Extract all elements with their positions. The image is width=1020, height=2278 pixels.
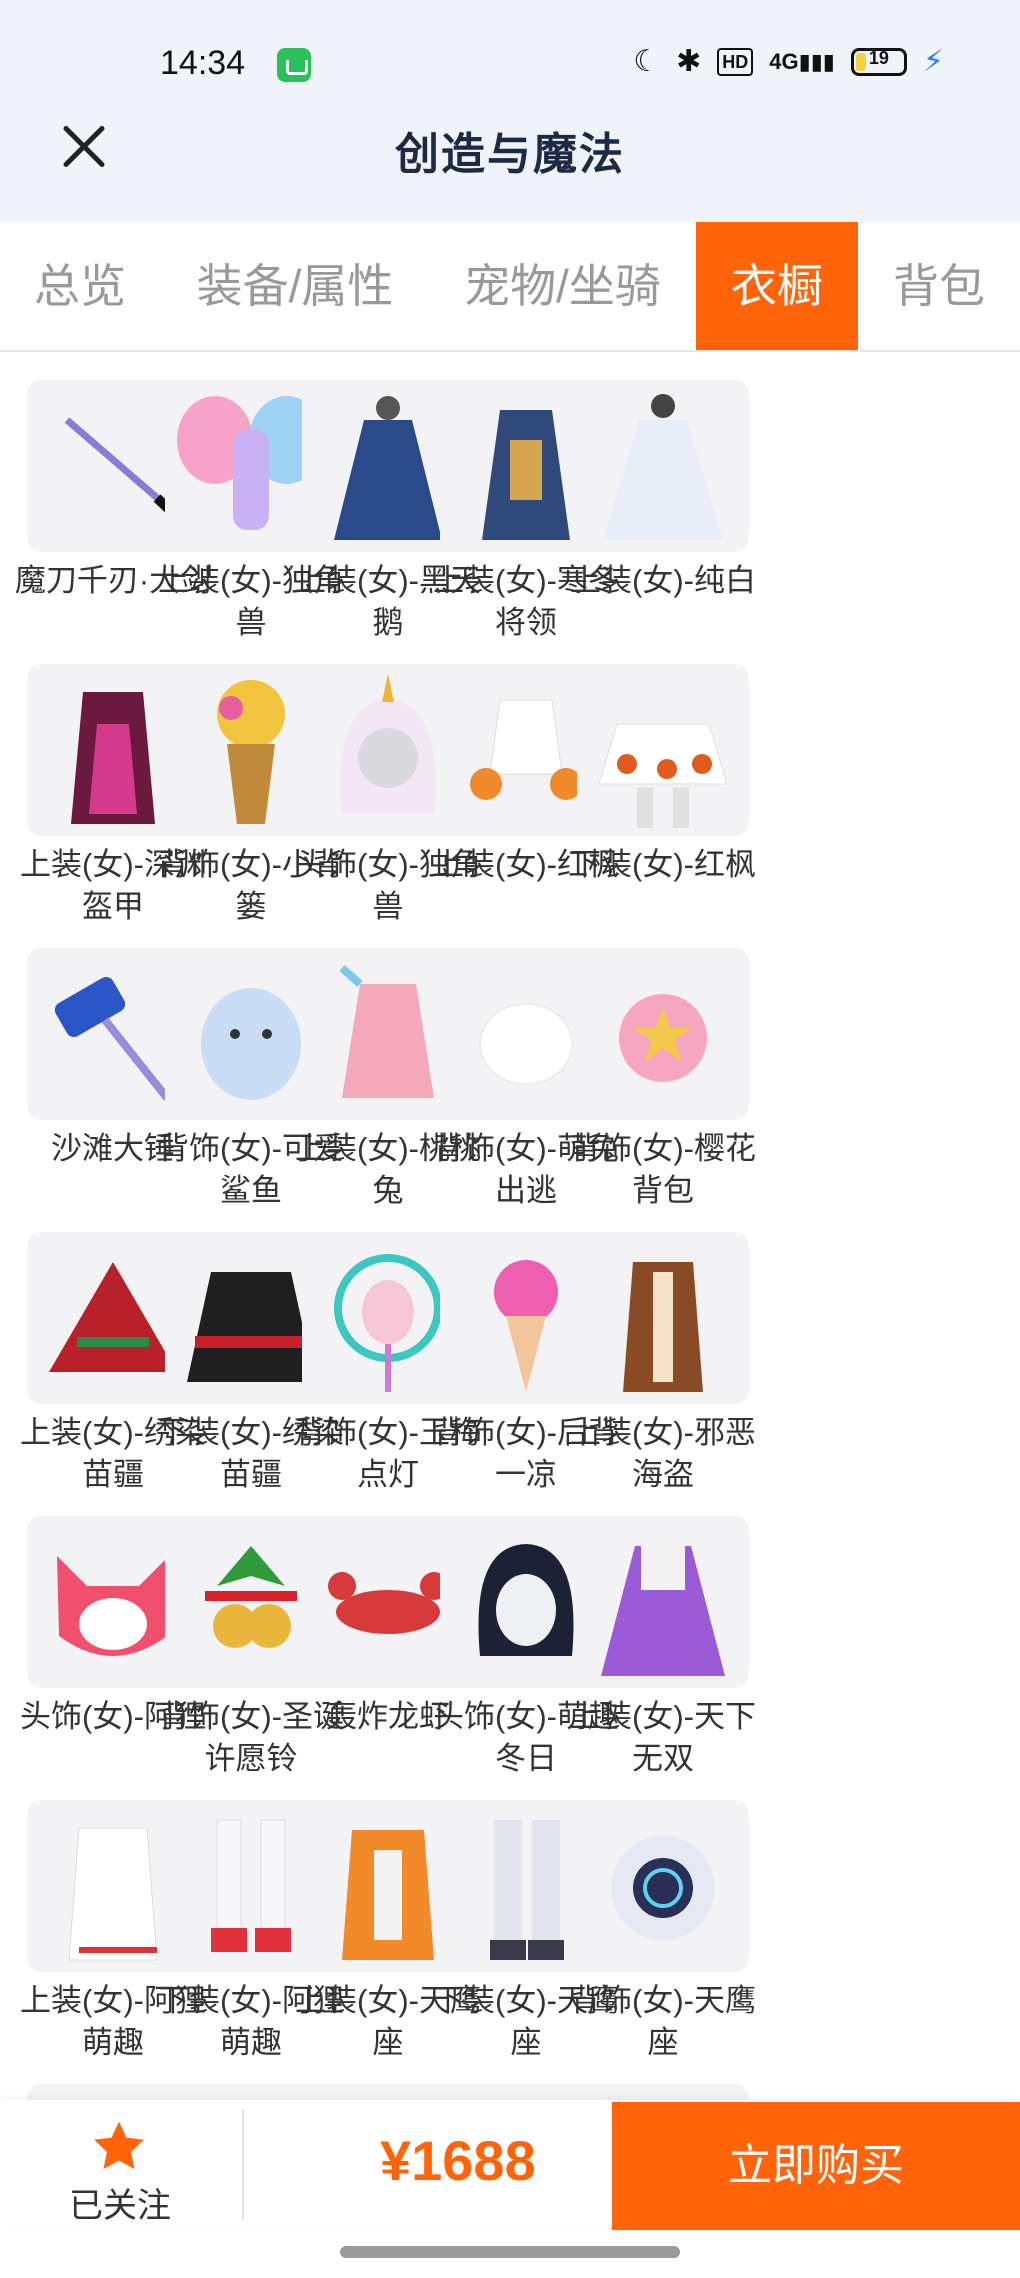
signal-icon: 4G▮▮▮: [769, 48, 835, 74]
header-bar: [0, 0, 1020, 222]
bluetooth-icon: ✱: [676, 45, 702, 78]
wardrobe-item[interactable]: 上装(女)-天下无双: [564, 1516, 762, 1780]
wardrobe-item-partial[interactable]: [564, 2084, 762, 2100]
star-icon: [94, 2121, 144, 2169]
wardrobe-item[interactable]: 下装(女)-红枫: [564, 664, 762, 886]
charging-icon: ⚡: [922, 45, 944, 78]
item-name: 背饰(女)-天鹰座: [570, 1983, 756, 2060]
price: ¥1688: [380, 2129, 536, 2192]
tab-wardrobe[interactable]: 衣橱: [696, 222, 858, 350]
divider: [242, 2110, 244, 2220]
system-status-icons: ☾ ✱ HD 4G▮▮▮ 19 ⚡: [633, 44, 944, 79]
home-indicator[interactable]: [340, 2246, 680, 2258]
tab-bar: 总览 装备/属性 宠物/坐骑 衣橱 背包: [0, 222, 1020, 352]
status-time: 14:34: [160, 44, 246, 82]
moon-icon: ☾: [633, 45, 661, 78]
maple-skirt-icon: [577, 664, 749, 836]
buy-now-button[interactable]: 立即购买: [612, 2102, 1020, 2230]
sakura-backpack-icon: [577, 948, 749, 1120]
page-title: 创造与魔法: [395, 130, 625, 179]
tab-pets[interactable]: 宠物/坐骑: [445, 222, 680, 350]
wardrobe-item[interactable]: 背饰(女)-樱花背包: [564, 948, 762, 1212]
wardrobe-item[interactable]: 上装(女)-邪恶海盗: [564, 1232, 762, 1496]
white-dress-icon: [577, 380, 749, 552]
aquila-backpack-icon: [577, 1800, 749, 1972]
wardrobe-item[interactable]: 上装(女)-纯白: [564, 380, 762, 602]
battery-icon: 19: [850, 47, 907, 76]
bottom-bar: 已关注 ¥1688 立即购买: [0, 2100, 1020, 2230]
item-name: 下装(女)-红枫: [570, 847, 756, 882]
tab-backpack[interactable]: 背包: [858, 222, 1020, 350]
tab-overview[interactable]: 总览: [0, 222, 160, 350]
item-thumbnail: [577, 2084, 749, 2100]
pirate-vest-icon: [577, 1232, 749, 1404]
follow-button[interactable]: 已关注: [0, 2100, 240, 2228]
item-name: 上装(女)-纯白: [570, 563, 756, 598]
hd-icon: HD: [717, 47, 754, 76]
item-name: 背饰(女)-樱花背包: [570, 1131, 756, 1208]
wardrobe-item[interactable]: 背饰(女)-天鹰座: [564, 1800, 762, 2064]
purple-dress-icon: [577, 1516, 749, 1688]
item-name: 上装(女)-邪恶海盗: [570, 1415, 756, 1492]
tab-equipment[interactable]: 装备/属性: [180, 222, 410, 350]
follow-label: 已关注: [69, 2187, 171, 2225]
app-notification-icon: [277, 48, 311, 82]
item-name: 上装(女)-天下无双: [570, 1699, 756, 1776]
wardrobe-grid: 魔刀千刃·大剑 上装(女)-独角兽 上装(女)-黑天鹅 上装(女)-寒冬将领 上装(女)…: [0, 350, 1020, 2100]
